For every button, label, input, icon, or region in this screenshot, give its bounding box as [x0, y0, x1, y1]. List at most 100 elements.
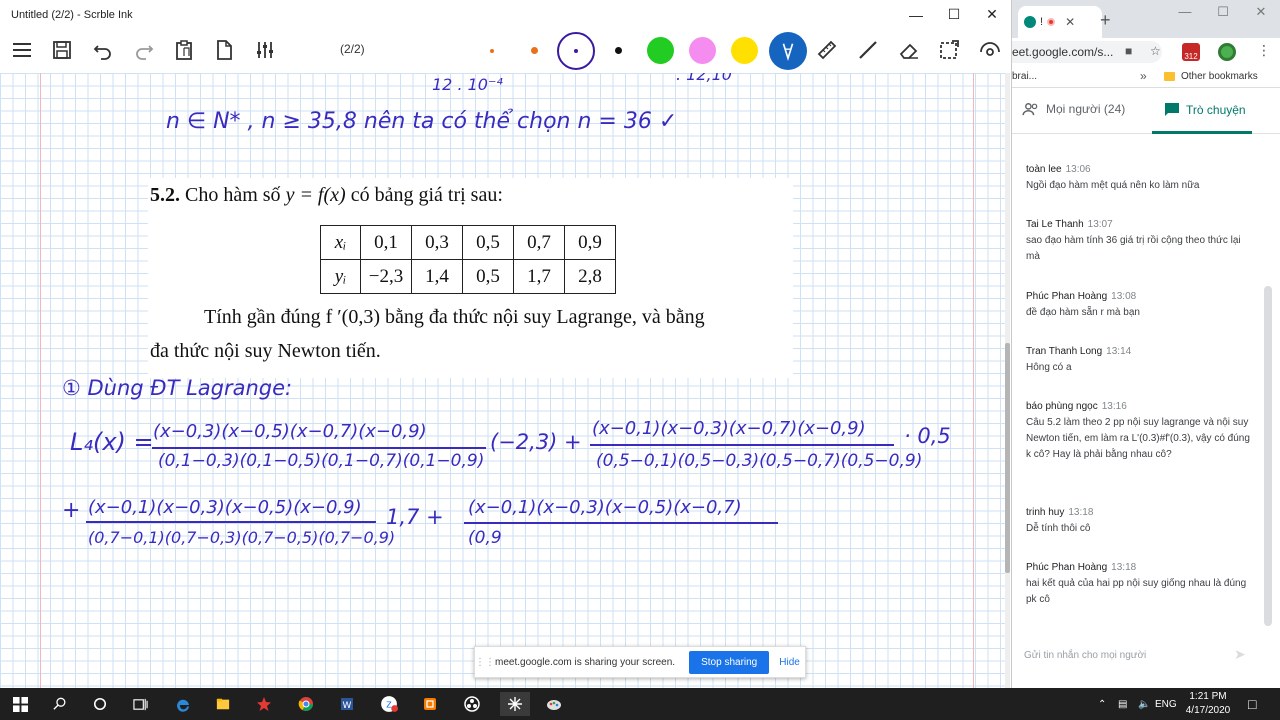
file-explorer-icon[interactable]: [211, 692, 235, 716]
chrome-window: ! ✕ + — ☐ ✕ eet.google.com/s... ■ ☆ 312 …: [1012, 0, 1280, 688]
bookmark-star-icon[interactable]: ☆: [1150, 44, 1161, 58]
scrble-ink-taskbar-icon[interactable]: [500, 692, 530, 716]
value-table: xᵢ 0,1 0,3 0,5 0,7 0,9 yᵢ −2,3 1,4 0,5 1…: [320, 225, 616, 294]
pen-tool-icon[interactable]: [769, 32, 807, 70]
close-icon[interactable]: ✕: [973, 0, 1011, 29]
chat-message: Tai Le Thanh 13:07 sao đạo hàm tính 36 gi…: [1026, 219, 1241, 262]
input-language[interactable]: ENG: [1155, 688, 1177, 720]
minimize-icon[interactable]: —: [897, 0, 935, 29]
notifications-icon[interactable]: □: [1248, 688, 1256, 720]
camera-icon[interactable]: ■: [1125, 44, 1132, 58]
line-tool-icon[interactable]: [853, 35, 883, 65]
redo-icon[interactable]: [129, 35, 159, 65]
new-tab-button[interactable]: +: [1100, 10, 1111, 31]
chat-icon: [1165, 103, 1179, 116]
table-cell: 0,5: [462, 225, 514, 260]
maximize-icon[interactable]: ☐: [1204, 4, 1242, 20]
color-pink[interactable]: [689, 37, 716, 64]
eraser-icon[interactable]: [894, 35, 924, 65]
right-margin-line: [973, 73, 974, 688]
bookmarks-bar: brai... » Other bookmarks: [1012, 66, 1280, 88]
drawing-canvas[interactable]: 12 . 10⁻⁴ . 12,10 n ∈ N* , n ≥ 35,8 nên …: [0, 73, 1008, 688]
problem-snippet: 5.2. Cho hàm số y = f(x) có bảng giá trị…: [148, 178, 793, 378]
chrome-window-controls: — ☐ ✕: [1166, 4, 1280, 20]
zalo-icon[interactable]: Z: [377, 692, 401, 716]
settings-sliders-icon[interactable]: [250, 35, 280, 65]
hw-term2-den: (0,5−0,1)(0,5−0,3)(0,5−0,7)(0,5−0,9): [596, 451, 923, 471]
obs-icon[interactable]: [460, 692, 484, 716]
hw-term2-coef: · 0,5: [904, 424, 951, 448]
problem-function: y = f(x): [285, 184, 346, 206]
network-icon[interactable]: ▤: [1118, 688, 1127, 720]
ruler-icon[interactable]: [812, 35, 842, 65]
undo-icon[interactable]: [88, 35, 118, 65]
color-black[interactable]: [615, 47, 622, 54]
chat-input[interactable]: Gửi tin nhắn cho mọi người: [1024, 650, 1146, 661]
table-cell: 0,7: [513, 225, 565, 260]
extension-green-icon[interactable]: [1218, 43, 1236, 61]
windows-taskbar: W Z ⌃ ▤ 🔈 ENG 1:21 PM 4/17/2020 □: [0, 688, 1280, 720]
chat-message: Tran Thanh Long 13:14 Hông có a: [1026, 346, 1132, 373]
other-bookmarks[interactable]: Other bookmarks: [1164, 71, 1258, 82]
task-view-icon[interactable]: [128, 692, 152, 716]
menu-icon[interactable]: [7, 35, 37, 65]
tray-chevron-icon[interactable]: ⌃: [1098, 688, 1106, 720]
select-tool-icon[interactable]: [934, 35, 964, 65]
canvas-scrollbar[interactable]: [1005, 73, 1010, 688]
address-bar[interactable]: eet.google.com/s...: [1012, 41, 1162, 63]
canvas-scrollbar-thumb[interactable]: [1005, 343, 1010, 573]
hw-fraction-bar: [464, 522, 778, 524]
word-icon[interactable]: W: [335, 692, 359, 716]
cortana-icon[interactable]: [88, 692, 112, 716]
app-orange-icon[interactable]: [418, 692, 442, 716]
new-page-icon[interactable]: [209, 35, 239, 65]
people-icon: [1022, 103, 1038, 116]
send-icon[interactable]: ➤: [1234, 646, 1246, 663]
hw-plus: +: [62, 498, 81, 523]
table-cell: 1,7: [513, 259, 565, 294]
paste-icon[interactable]: [169, 35, 199, 65]
color-green[interactable]: [647, 37, 674, 64]
ink-titlebar[interactable]: Untitled (2/2) - Scrble Ink — ☐ ✕: [0, 0, 1011, 29]
save-icon[interactable]: [47, 35, 77, 65]
view-mode-icon[interactable]: [975, 35, 1005, 65]
close-icon[interactable]: ✕: [1242, 4, 1280, 20]
meet-favicon-icon: [1024, 16, 1036, 28]
drag-handle-icon[interactable]: ⋮⋮: [475, 657, 495, 668]
extension-badge[interactable]: 312: [1182, 43, 1200, 61]
maximize-icon[interactable]: ☐: [935, 0, 973, 29]
chrome-icon[interactable]: [294, 692, 318, 716]
tab-people[interactable]: Mọi người (24): [1022, 102, 1125, 116]
pen-size-small-orange[interactable]: [531, 47, 538, 54]
hide-button[interactable]: Hide: [779, 657, 800, 668]
hw-term3-num: (x−0,1)(x−0,3)(x−0,5)(x−0,9): [88, 497, 362, 518]
volume-icon[interactable]: 🔈: [1138, 688, 1150, 720]
window-controls: — ☐ ✕: [897, 0, 1011, 29]
taskbar-clock[interactable]: 1:21 PM 4/17/2020: [1178, 690, 1238, 718]
chat-message: toàn lee 13:06 Ngồi đạo hàm mệt quá nên k…: [1026, 164, 1200, 191]
stop-sharing-button[interactable]: Stop sharing: [689, 650, 770, 674]
table-header-y: yᵢ: [320, 259, 361, 294]
hw-top-right: . 12,10: [676, 73, 732, 84]
bookmarks-overflow-icon[interactable]: »: [1140, 69, 1147, 83]
paint-icon[interactable]: [542, 692, 566, 716]
pen-size-selected[interactable]: [557, 32, 595, 70]
hw-term4-den: (0,9: [468, 528, 502, 548]
minimize-icon[interactable]: —: [1166, 4, 1204, 20]
color-yellow[interactable]: [731, 37, 758, 64]
search-icon[interactable]: [48, 692, 72, 716]
tab-close-icon[interactable]: ✕: [1065, 15, 1075, 29]
tab-meet[interactable]: ! ✕: [1018, 6, 1102, 38]
table-cell: 2,8: [564, 259, 616, 294]
tab-chat[interactable]: Trò chuyện: [1164, 102, 1246, 118]
windows-start-icon[interactable]: [8, 692, 32, 716]
edge-icon[interactable]: [171, 692, 195, 716]
chat-scrollbar[interactable]: [1264, 286, 1272, 626]
desktop-screen: Untitled (2/2) - Scrble Ink — ☐ ✕ (2/2) …: [0, 0, 1280, 720]
chrome-menu-icon[interactable]: ⋮: [1257, 42, 1271, 59]
table-cell: 0,3: [411, 225, 463, 260]
app-red-icon[interactable]: [252, 692, 276, 716]
tab-label: !: [1040, 16, 1044, 28]
pen-size-tiny-orange[interactable]: [490, 49, 494, 53]
bookmark-item[interactable]: brai...: [1012, 71, 1037, 82]
